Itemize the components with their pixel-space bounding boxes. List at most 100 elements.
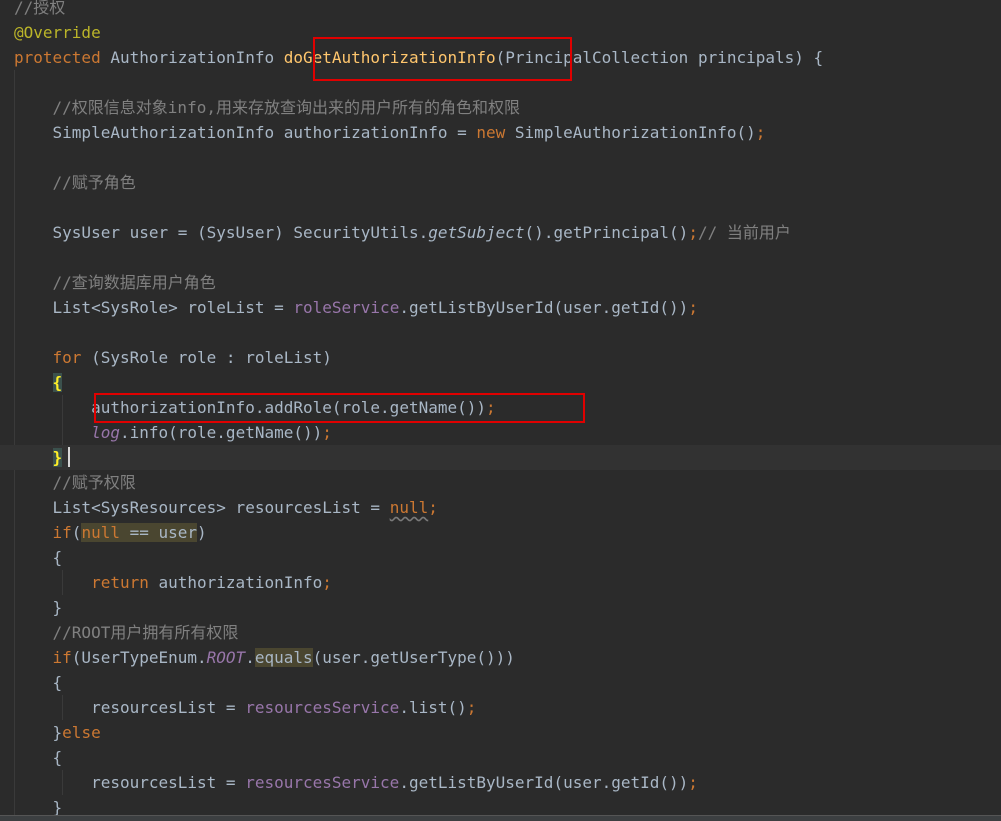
code-token: protected bbox=[14, 48, 101, 67]
code-token: //ROOT用户拥有所有权限 bbox=[14, 623, 239, 642]
code-token: doGetAuthorizationInfo bbox=[283, 48, 496, 67]
code-token: { bbox=[14, 673, 63, 692]
code-token: equals bbox=[254, 648, 313, 667]
code-token: resourcesList = bbox=[14, 773, 246, 792]
code-token: (PrincipalCollection principals) { bbox=[495, 48, 824, 67]
code-token: .list() bbox=[399, 698, 467, 717]
code-token: return bbox=[91, 573, 149, 592]
code-line[interactable]: resourcesList = resourcesService.getList… bbox=[0, 770, 1001, 795]
code-token: SimpleAuthorizationInfo authorizationInf… bbox=[14, 123, 477, 142]
code-line[interactable]: log.info(role.getName()); bbox=[0, 420, 1001, 445]
code-token: .info(role.getName()) bbox=[119, 423, 323, 442]
code-token: authorizationInfo bbox=[148, 573, 323, 592]
code-token: ) bbox=[197, 523, 207, 542]
code-editor[interactable]: //授权 @Override protected AuthorizationInfo… bbox=[0, 0, 1001, 820]
code-line[interactable]: { bbox=[0, 545, 1001, 570]
code-token: for bbox=[52, 348, 82, 367]
code-token: ; bbox=[322, 573, 332, 592]
code-token: .getListByUserId(user.getId()) bbox=[399, 298, 689, 317]
code-token: ; bbox=[688, 298, 698, 317]
code-token: new bbox=[476, 123, 506, 142]
code-line[interactable]: { bbox=[0, 670, 1001, 695]
code-token: ; bbox=[322, 423, 332, 442]
code-line[interactable]: if(null == user) bbox=[0, 520, 1001, 545]
code-token: resourcesList = bbox=[14, 698, 246, 717]
code-token: List<SysRole> roleList = bbox=[14, 298, 294, 317]
code-token: ; bbox=[688, 773, 698, 792]
code-line[interactable]: resourcesList = resourcesService.list(); bbox=[0, 695, 1001, 720]
code-token: . bbox=[245, 648, 255, 667]
code-line[interactable]: for (SysRole role : roleList) bbox=[0, 345, 1001, 370]
code-line[interactable]: }else bbox=[0, 720, 1001, 745]
code-token: //授权 bbox=[14, 0, 66, 17]
code-token: { bbox=[52, 373, 63, 392]
code-line[interactable] bbox=[0, 70, 1001, 95]
code-line[interactable]: if(UserTypeEnum.ROOT.equals(user.getUser… bbox=[0, 645, 1001, 670]
code-line[interactable]: List<SysRole> roleList = roleService.get… bbox=[0, 295, 1001, 320]
code-line[interactable]: } bbox=[0, 445, 1001, 470]
code-line[interactable] bbox=[0, 195, 1001, 220]
code-token: (UserTypeEnum. bbox=[71, 648, 207, 667]
code-line[interactable]: //赋予角色 bbox=[0, 170, 1001, 195]
code-token: } bbox=[52, 448, 63, 467]
code-line[interactable]: //赋予权限 bbox=[0, 470, 1001, 495]
code-token: roleService bbox=[293, 298, 400, 317]
code-token: //查询数据库用户角色 bbox=[14, 273, 216, 292]
code-line[interactable]: //权限信息对象info,用来存放查询出来的用户所有的角色和权限 bbox=[0, 95, 1001, 120]
code-line[interactable]: SimpleAuthorizationInfo authorizationInf… bbox=[0, 120, 1001, 145]
code-line[interactable]: return authorizationInfo; bbox=[0, 570, 1001, 595]
code-token: SimpleAuthorizationInfo() bbox=[505, 123, 756, 142]
code-token: List<SysResources> resourcesList = bbox=[14, 498, 390, 517]
code-token: ; bbox=[688, 223, 698, 242]
code-line[interactable]: authorizationInfo.addRole(role.getName()… bbox=[0, 395, 1001, 420]
code-line[interactable]: List<SysResources> resourcesList = null; bbox=[0, 495, 1001, 520]
code-line[interactable] bbox=[0, 245, 1001, 270]
code-token: (SysRole role : roleList) bbox=[81, 348, 332, 367]
code-token: ( bbox=[71, 523, 82, 542]
code-token: ; bbox=[755, 123, 766, 142]
code-token: .getListByUserId(user.getId()) bbox=[399, 773, 689, 792]
code-token: //赋予角色 bbox=[14, 173, 136, 192]
code-token: resourcesService bbox=[245, 773, 400, 792]
code-token: ; bbox=[486, 398, 496, 417]
code-line[interactable]: } bbox=[0, 595, 1001, 620]
code-token: (user.getUserType())) bbox=[312, 648, 515, 667]
code-token: if bbox=[52, 648, 72, 667]
text-caret bbox=[68, 447, 70, 467]
code-token: if bbox=[52, 523, 72, 542]
code-line[interactable]: { bbox=[0, 370, 1001, 395]
code-line[interactable] bbox=[0, 145, 1001, 170]
code-token: null bbox=[389, 498, 429, 517]
code-token: else bbox=[62, 723, 101, 742]
code-line[interactable]: //ROOT用户拥有所有权限 bbox=[0, 620, 1001, 645]
code-line[interactable]: { bbox=[0, 745, 1001, 770]
code-line[interactable] bbox=[0, 320, 1001, 345]
code-line[interactable]: //查询数据库用户角色 bbox=[0, 270, 1001, 295]
code-token: @Override bbox=[14, 23, 101, 42]
code-token: authorizationInfo.addRole(role.getName()… bbox=[14, 398, 487, 417]
code-token: { bbox=[14, 548, 63, 567]
code-token: == user bbox=[119, 523, 198, 542]
code-token: ; bbox=[428, 498, 438, 517]
code-token: //赋予权限 bbox=[14, 473, 136, 492]
code-token: SysUser user = (SysUser) SecurityUtils. bbox=[14, 223, 429, 242]
code-token: getSubject bbox=[428, 223, 525, 242]
code-token: // 当前用户 bbox=[697, 223, 791, 242]
code-token: } bbox=[14, 598, 63, 617]
code-token: null bbox=[81, 523, 120, 542]
code-token: resourcesService bbox=[245, 698, 400, 717]
code-token: AuthorizationInfo bbox=[100, 48, 284, 67]
code-line[interactable]: protected AuthorizationInfo doGetAuthori… bbox=[0, 45, 1001, 70]
code-line[interactable]: //授权 bbox=[0, 0, 1001, 20]
code-token: log bbox=[91, 423, 120, 442]
code-token: { bbox=[14, 748, 63, 767]
code-line[interactable]: SysUser user = (SysUser) SecurityUtils.g… bbox=[0, 220, 1001, 245]
code-token: //权限信息对象info,用来存放查询出来的用户所有的角色和权限 bbox=[14, 98, 520, 117]
code-line[interactable]: @Override bbox=[0, 20, 1001, 45]
